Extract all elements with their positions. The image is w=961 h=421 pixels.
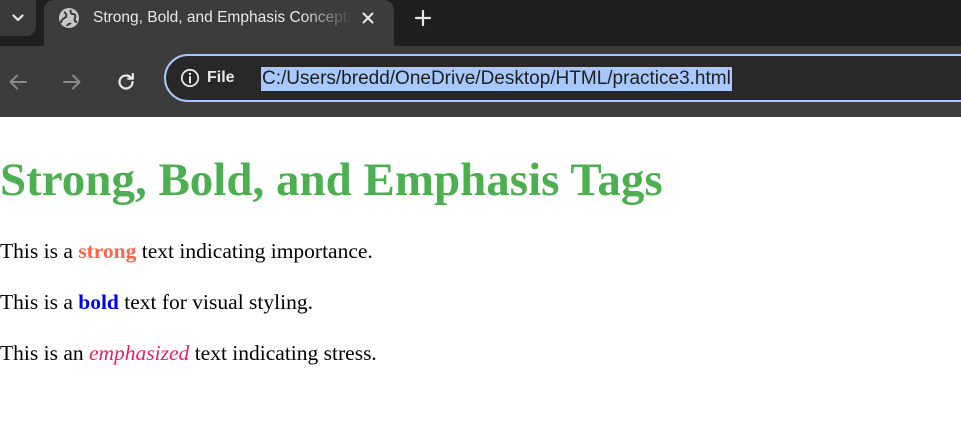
globe-icon <box>59 8 79 28</box>
bold-text: bold <box>78 290 119 314</box>
paragraph-strong: This is a strong text indicating importa… <box>0 238 373 264</box>
tab-active[interactable]: Strong, Bold, and Emphasis Concepts <box>44 0 394 46</box>
back-arrow-icon <box>9 74 27 90</box>
paragraph-prefix: This is an <box>0 341 89 365</box>
reload-button[interactable] <box>112 68 140 96</box>
site-info-chip[interactable]: File <box>180 67 235 89</box>
info-icon <box>180 68 200 88</box>
site-chip-label: File <box>207 69 235 86</box>
paragraph-bold: This is a bold text for visual styling. <box>0 289 313 315</box>
new-tab-button[interactable] <box>410 5 436 31</box>
browser-toolbar: File C:/Users/bredd/OneDrive/Desktop/HTM… <box>0 46 961 117</box>
tab-close-button[interactable] <box>358 8 378 28</box>
paragraph-suffix: text indicating stress. <box>189 341 377 365</box>
browser-window: Strong, Bold, and Emphasis Concepts File… <box>0 0 961 421</box>
paragraph-prefix: This is a <box>0 239 79 263</box>
paragraph-suffix: text indicating importance. <box>136 239 373 263</box>
reload-icon <box>118 72 134 90</box>
paragraph-suffix: text for visual styling. <box>118 290 313 314</box>
tab-title: Strong, Bold, and Emphasis Concepts <box>93 9 353 26</box>
tab-strip: Strong, Bold, and Emphasis Concepts <box>0 0 961 46</box>
page-content: Strong, Bold, and Emphasis Tags This is … <box>0 117 961 421</box>
forward-arrow-icon <box>63 74 81 90</box>
url-text[interactable]: C:/Users/bredd/OneDrive/Desktop/HTML/pra… <box>261 67 732 91</box>
forward-button[interactable] <box>58 68 86 96</box>
paragraph-prefix: This is a <box>0 290 79 314</box>
paragraph-emphasis: This is an emphasized text indicating st… <box>0 340 377 366</box>
back-button[interactable] <box>4 68 32 96</box>
tab-search-button[interactable] <box>0 0 36 36</box>
close-icon <box>362 12 374 24</box>
page-heading: Strong, Bold, and Emphasis Tags <box>0 154 663 206</box>
chevron-down-icon <box>12 14 24 22</box>
emphasized-text: emphasized <box>88 341 190 365</box>
address-bar[interactable]: File C:/Users/bredd/OneDrive/Desktop/HTM… <box>164 54 961 102</box>
strong-text: strong <box>78 239 137 263</box>
plus-icon <box>414 9 432 27</box>
